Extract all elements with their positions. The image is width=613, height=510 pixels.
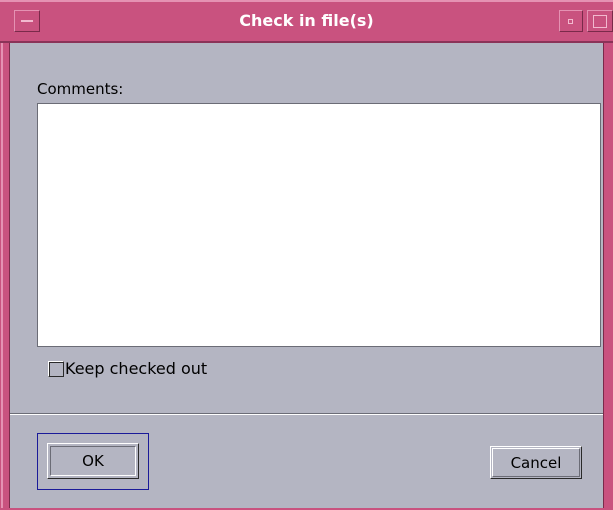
minimize-icon[interactable]	[559, 10, 583, 32]
window-frame-left[interactable]	[0, 0, 10, 510]
maximize-icon[interactable]	[587, 10, 613, 32]
comments-textarea[interactable]	[37, 103, 601, 347]
keep-checked-out-label[interactable]: Keep checked out	[65, 359, 207, 378]
dialog-window: Check in file(s) Comments: Keep checked …	[0, 0, 613, 510]
window-frame-right[interactable]	[603, 0, 613, 510]
ok-button[interactable]: OK	[47, 443, 139, 479]
cancel-button[interactable]: Cancel	[490, 446, 582, 479]
cancel-button-label: Cancel	[510, 453, 562, 472]
keep-checked-out-checkbox[interactable]	[48, 361, 64, 377]
ok-button-label: OK	[82, 452, 104, 470]
comments-label: Comments:	[37, 80, 124, 98]
window-menu-icon[interactable]	[14, 10, 40, 32]
title-bar[interactable]: Check in file(s)	[0, 0, 613, 43]
divider	[10, 413, 603, 415]
window-title: Check in file(s)	[239, 11, 374, 30]
